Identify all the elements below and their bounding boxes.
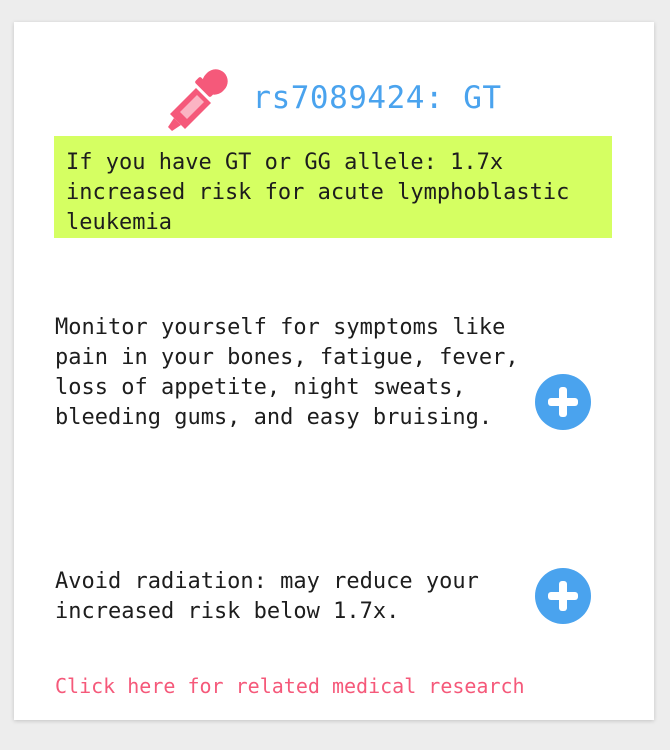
plus-circle-icon[interactable] (535, 374, 591, 430)
risk-highlight: If you have GT or GG allele: 1.7x increa… (54, 136, 612, 238)
snp-card: rs7089424: GT If you have GT or GG allel… (14, 22, 654, 720)
card-header: rs7089424: GT (14, 62, 654, 134)
research-link[interactable]: Click here for related medical research (55, 672, 525, 700)
dropper-icon (168, 69, 229, 131)
action-text-monitor: Monitor yourself for symptoms like pain … (55, 315, 519, 430)
snp-title: rs7089424: GT (252, 80, 502, 116)
plus-circle-icon[interactable] (535, 568, 591, 624)
action-text-avoid-radiation: Avoid radiation: may reduce your increas… (55, 569, 479, 624)
